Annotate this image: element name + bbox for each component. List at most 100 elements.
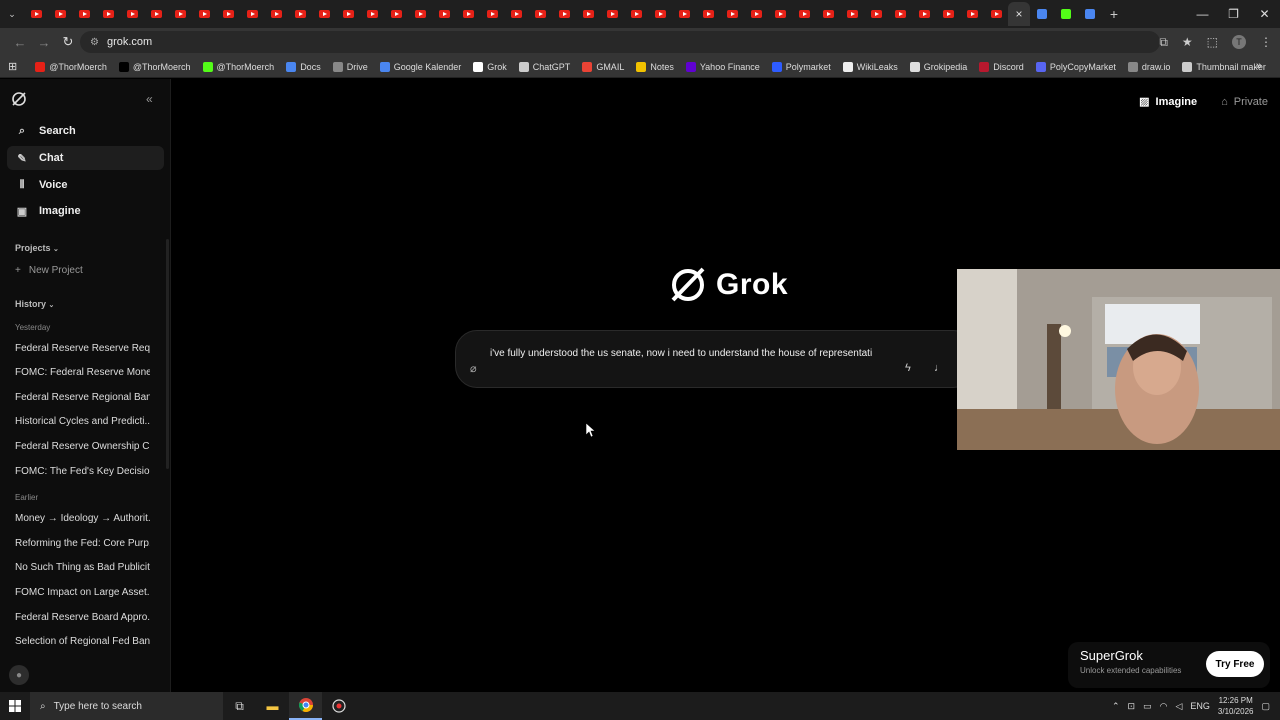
history-item[interactable]: Selection of Regional Fed Ban... [15,636,150,647]
tab-youtube[interactable] [360,0,384,28]
bookmark-item[interactable]: Google Kalender [379,61,461,72]
tab-docs[interactable] [1030,0,1054,28]
tab-youtube[interactable] [984,0,1008,28]
tab-youtube[interactable] [288,0,312,28]
bookmark-item[interactable]: @ThorMoerch [118,61,191,72]
microphone-icon[interactable]: ♩ [934,362,945,374]
history-item[interactable]: FOMC Impact on Large Asset... [15,587,150,598]
history-item[interactable]: Money → Ideology → Authorit... [15,513,150,524]
taskbar-search[interactable]: ⌕ Type here to search [30,692,223,720]
tab-youtube[interactable] [336,0,360,28]
address-bar[interactable]: ⚙ grok.com [80,31,1160,53]
maximize-button[interactable]: ❐ [1218,0,1249,28]
tab-youtube[interactable] [696,0,720,28]
tab-youtube[interactable] [504,0,528,28]
lightning-icon[interactable]: ϟ [905,362,911,374]
new-tab-button[interactable]: + [1102,0,1126,28]
history-item[interactable]: Historical Cycles and Predicti... [15,416,150,427]
tab-youtube[interactable] [552,0,576,28]
history-item[interactable]: Federal Reserve Board Appro... [15,612,150,623]
device-icon[interactable]: ⊡ [1128,701,1136,712]
tab-youtube[interactable] [240,0,264,28]
start-button[interactable] [0,700,30,712]
bookmark-item[interactable]: Yahoo Finance [685,61,760,72]
tab-docs-2[interactable] [1078,0,1102,28]
tab-close-button[interactable]: × [1008,2,1030,26]
history-header[interactable]: History ⌄ [15,299,54,309]
tab-youtube[interactable] [888,0,912,28]
bookmark-item[interactable]: Polymarket [771,61,831,72]
history-item[interactable]: FOMC: The Fed's Key Decisio... [15,466,150,477]
history-item[interactable]: Federal Reserve Regional Ban... [15,392,150,403]
grok-logo-icon[interactable] [11,91,27,107]
tab-youtube[interactable] [408,0,432,28]
nav-chat[interactable]: ✎ Chat [7,146,164,170]
history-item[interactable]: Federal Reserve Reserve Req... [15,343,150,354]
chat-composer[interactable]: ⌀ i've fully understood the us senate, n… [455,330,975,388]
projects-header[interactable]: Projects ⌄ [15,243,59,253]
bookmark-item[interactable]: Grokipedia [909,61,967,72]
tab-youtube[interactable] [600,0,624,28]
bookmark-item[interactable]: Discord [979,61,1024,72]
bookmark-item[interactable]: Notes [636,61,674,72]
tab-youtube[interactable] [456,0,480,28]
imagine-button[interactable]: ▨ Imagine [1139,95,1197,109]
tab-youtube[interactable] [312,0,336,28]
tab-youtube[interactable] [216,0,240,28]
tab-youtube[interactable] [264,0,288,28]
volume-icon[interactable]: ◁ [1175,701,1182,712]
chrome-icon[interactable] [289,692,322,720]
close-window-button[interactable]: ✕ [1249,0,1280,28]
bookmark-star-icon[interactable]: ★ [1182,35,1193,49]
tab-youtube[interactable] [96,0,120,28]
tab-youtube[interactable] [72,0,96,28]
nav-imagine[interactable]: ▣ Imagine [7,199,164,223]
sidebar-scrollbar[interactable] [166,239,169,469]
private-button[interactable]: ⌂ Private [1221,95,1268,108]
tab-youtube[interactable] [120,0,144,28]
nav-voice[interactable]: ⫴ Voice [7,173,164,197]
tab-search-button[interactable]: ⌄ [0,0,24,28]
wifi-icon[interactable]: ◠ [1160,701,1168,712]
user-avatar[interactable]: ● [9,665,29,685]
history-item[interactable]: FOMC: Federal Reserve Mone... [15,367,150,378]
menu-icon[interactable]: ⋮ [1260,35,1272,49]
tab-youtube[interactable] [672,0,696,28]
tab-youtube[interactable] [624,0,648,28]
tab-youtube[interactable] [480,0,504,28]
language-indicator[interactable]: ENG [1190,701,1210,711]
tab-youtube[interactable] [840,0,864,28]
collapse-sidebar-icon[interactable]: « [146,92,153,106]
tab-youtube[interactable] [576,0,600,28]
tab-youtube[interactable] [744,0,768,28]
bookmark-item[interactable]: ChatGPT [518,61,570,72]
tab-youtube[interactable] [912,0,936,28]
bookmark-item[interactable]: Grok [473,61,507,72]
bookmark-item[interactable]: Drive [332,61,368,72]
bookmarks-overflow-icon[interactable]: » [1256,60,1262,72]
bookmark-item[interactable]: @ThorMoerch [35,61,107,72]
site-info-icon[interactable]: ⚙ [90,37,99,48]
task-view-icon[interactable]: ⧉ [223,692,256,720]
back-button[interactable]: ← [8,35,32,50]
minimize-button[interactable]: — [1187,0,1218,28]
recording-app-icon[interactable] [322,692,355,720]
composer-input[interactable]: i've fully understood the us senate, now… [490,345,880,363]
tab-youtube[interactable] [864,0,888,28]
apps-icon[interactable]: ⊞ [8,60,17,73]
tab-youtube[interactable] [768,0,792,28]
history-item[interactable]: Reforming the Fed: Core Purp... [15,538,150,549]
tab-youtube[interactable] [816,0,840,28]
tab-youtube[interactable] [960,0,984,28]
tab-youtube[interactable] [432,0,456,28]
tab-youtube[interactable] [48,0,72,28]
history-item[interactable]: No Such Thing as Bad Publicity [15,562,150,573]
tab-youtube[interactable] [144,0,168,28]
profile-avatar[interactable]: T [1232,35,1246,49]
bookmark-item[interactable]: WikiLeaks [842,61,898,72]
tab-youtube[interactable] [936,0,960,28]
bookmark-item[interactable]: GMAIL [582,61,624,72]
clock[interactable]: 12:26 PM 3/10/2026 [1218,695,1254,717]
tab-youtube[interactable] [528,0,552,28]
bookmark-item[interactable]: Docs [286,61,321,72]
